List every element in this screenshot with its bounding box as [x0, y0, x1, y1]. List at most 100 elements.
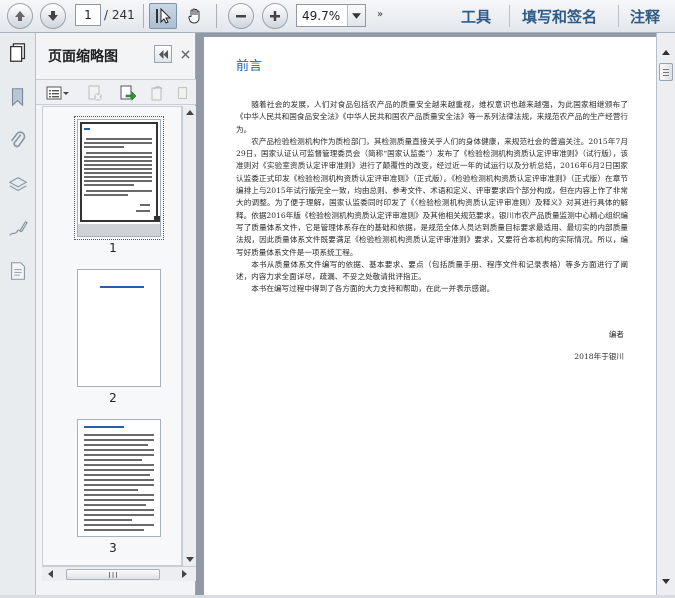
zoom-value: 49.7%: [302, 9, 341, 23]
rotate-pages-button[interactable]: [146, 83, 168, 103]
thumb-text-line: [140, 204, 150, 206]
thumb-text-line: [84, 172, 152, 174]
comment-link[interactable]: 注释: [630, 6, 660, 27]
extract-pages-button[interactable]: [116, 83, 138, 103]
scroll-thumb[interactable]: [659, 63, 673, 81]
paragraph: 农产品检验检测机构作为质检部门，其检测质量直接关乎人们的身体健康，来规范社会的普…: [236, 136, 628, 257]
thumbnail-page-2[interactable]: [77, 269, 161, 387]
thumb-text-line: [84, 484, 154, 486]
document-icon: [11, 262, 25, 280]
signatures-button[interactable]: [6, 217, 30, 241]
list-options-icon: [46, 86, 69, 100]
insert-page-icon: [178, 87, 187, 99]
toolbar-divider: [618, 5, 619, 27]
layers-button[interactable]: [6, 173, 30, 197]
close-panel-button[interactable]: [177, 45, 193, 63]
rotate-page-icon: [151, 86, 163, 101]
thumb-text-line: [84, 469, 154, 471]
thumb-text-line: [84, 146, 124, 148]
scroll-down-icon[interactable]: [659, 574, 673, 588]
grip-icon: [109, 571, 117, 578]
toolbar-divider: [143, 4, 144, 28]
thumb-heading-mark: [84, 426, 124, 428]
thumb-text-line: [84, 489, 138, 491]
plus-icon: [270, 11, 280, 21]
select-tool-button[interactable]: [149, 3, 177, 29]
resize-handle[interactable]: [154, 216, 160, 222]
thumb-text-line: [84, 184, 134, 186]
scroll-right-icon[interactable]: [182, 570, 187, 578]
thumb-text-line: [84, 164, 152, 166]
zoom-in-button[interactable]: [262, 3, 288, 29]
bookmarks-button[interactable]: [6, 85, 30, 109]
thumb-text-line: [84, 439, 154, 441]
thumb-text-line: [84, 474, 150, 476]
paperclip-icon: [10, 131, 26, 148]
double-chevron-left-icon: [158, 49, 168, 59]
thumb-text-line: [84, 464, 154, 466]
extract-page-icon: [120, 85, 136, 101]
thumb-text-line: [86, 138, 152, 140]
thumbnail-shadow: [78, 224, 160, 236]
zoom-select[interactable]: 49.7%: [296, 4, 366, 27]
tools-link[interactable]: 工具: [461, 6, 491, 27]
thumb-text-line: [84, 514, 154, 516]
document-view: 前言 随着社会的发展，人们对食品包括农产品的质量安全越来越重视，维权意识也越来越…: [196, 33, 656, 595]
thumbnail-vertical-scrollbar[interactable]: [182, 106, 196, 566]
document-vertical-scrollbar[interactable]: [656, 33, 675, 595]
chevron-down-icon[interactable]: [347, 5, 365, 26]
signature-date: 2018年于银川: [574, 352, 624, 361]
more-tools-button[interactable]: »: [377, 9, 383, 20]
page-thumbnails-button[interactable]: [6, 41, 30, 65]
close-icon: [180, 49, 190, 59]
paragraph: 随着社会的发展，人们对食品包括农产品的质量安全越来越重视，维权意识也越来越强，为…: [236, 100, 628, 134]
thumbnail-toolbar: [36, 79, 196, 105]
thumb-text-line: [136, 210, 150, 212]
scroll-left-icon[interactable]: [48, 570, 53, 578]
scroll-up-icon[interactable]: [659, 45, 673, 59]
thumb-heading-mark: [84, 128, 90, 130]
next-page-button[interactable]: [40, 3, 66, 29]
thumb-text-line: [86, 190, 152, 192]
toolbar-divider: [509, 5, 510, 27]
cursor-arrow-icon: [156, 7, 172, 24]
previous-page-button[interactable]: [7, 3, 33, 29]
thumb-text-line: [84, 156, 152, 158]
thumbnail-horizontal-scrollbar[interactable]: [42, 566, 196, 581]
thumb-text-line: [84, 180, 152, 182]
page-total-label: / 241: [104, 8, 135, 22]
page-heading: 前言: [236, 59, 263, 74]
delete-pages-button[interactable]: [84, 83, 106, 103]
page-number-input[interactable]: 1: [75, 4, 101, 26]
insert-pages-button[interactable]: [174, 83, 192, 103]
document-page: 前言 随着社会的发展，人们对食品包括农产品的质量安全越来越重视，维权意识也越来越…: [204, 37, 656, 595]
content-button[interactable]: [6, 259, 30, 283]
attachments-button[interactable]: [6, 129, 30, 153]
scroll-thumb[interactable]: [66, 569, 160, 580]
thumbnail-page-3[interactable]: [77, 419, 161, 537]
scroll-up-icon[interactable]: [186, 110, 194, 115]
signature-pen-icon: [9, 221, 28, 236]
arrow-down-icon: [48, 11, 58, 21]
thumbnail-label: 3: [109, 541, 117, 555]
arrow-up-icon: [15, 11, 25, 21]
thumb-text-line: [84, 499, 154, 501]
collapse-panel-button[interactable]: [154, 45, 172, 63]
thumb-text-line: [84, 160, 152, 162]
fill-and-sign-link[interactable]: 填写和签名: [522, 6, 597, 27]
pages-icon: [10, 43, 26, 62]
thumb-text-line: [84, 176, 152, 178]
thumbnail-page-1[interactable]: [74, 116, 164, 240]
hand-tool-button[interactable]: [181, 3, 209, 29]
thumb-text-line: [84, 479, 154, 481]
document-body: 随着社会的发展，人们对食品包括农产品的质量安全越来越重视，维权意识也越来越强，为…: [236, 99, 628, 296]
toolbar-divider: [216, 4, 217, 28]
zoom-out-button[interactable]: [228, 3, 254, 29]
thumb-text-line: [84, 434, 154, 436]
thumb-text-line: [86, 152, 152, 154]
scroll-down-icon[interactable]: [186, 557, 194, 562]
thumb-text-line: [84, 524, 154, 526]
main-toolbar: 1 / 241 49.7% » 工具 填写和签名 注释: [0, 0, 675, 33]
thumb-text-line: [84, 194, 128, 196]
options-menu-button[interactable]: [44, 83, 72, 103]
